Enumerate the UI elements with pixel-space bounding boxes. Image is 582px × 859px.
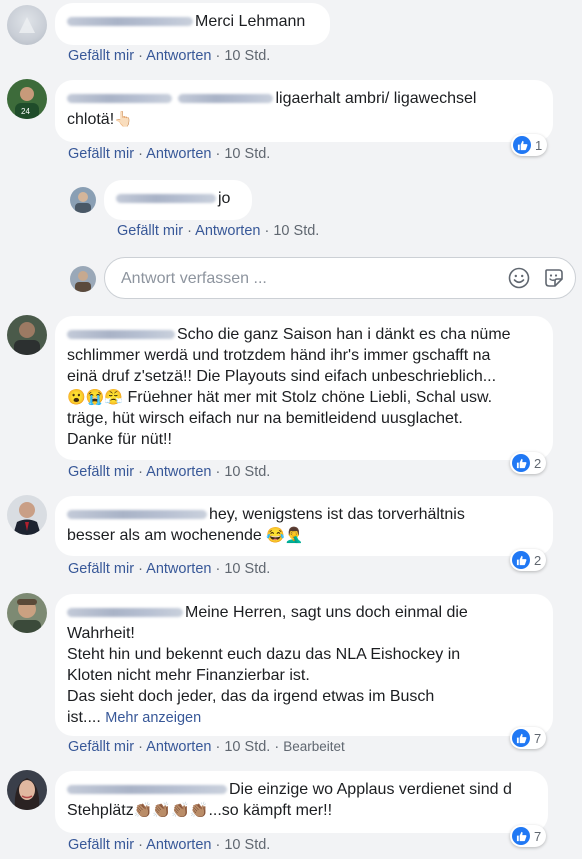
reaction-count[interactable]: 7 — [510, 825, 547, 847]
blurred-name — [67, 608, 183, 618]
comment-text: Meine Herren, sagt uns doch einmal die — [185, 604, 468, 621]
comment-actions: Gefällt mir · Antworten · 10 Std. — [68, 464, 271, 480]
like-link[interactable]: Gefällt mir — [117, 223, 183, 239]
emoji-group: 😂🤦‍♂️ — [266, 527, 304, 544]
like-link[interactable]: Gefällt mir — [68, 146, 134, 162]
comment-bubble: Scho die ganz Saison han i dänkt es cha … — [55, 316, 553, 460]
sticker-icon[interactable] — [543, 267, 565, 294]
reply-link[interactable]: Antworten — [146, 146, 211, 162]
timestamp[interactable]: 10 Std. — [224, 464, 270, 480]
comment-text: einä druf z'setzä!! Die Playouts sind ei… — [67, 368, 497, 385]
reply-link[interactable]: Antworten — [146, 837, 211, 853]
comment-actions: Gefällt mir · Antworten · 10 Std. — [68, 48, 271, 64]
comment-text: hey, wenigstens ist das torverhältnis — [209, 506, 465, 523]
comment-text: Die einzige wo Applaus verdienet sind d — [229, 781, 512, 798]
reaction-count[interactable]: 2 — [510, 452, 547, 474]
avatar[interactable] — [7, 593, 47, 633]
comment-text: Danke für nüt!! — [67, 431, 172, 448]
comment-bubble: Merci Lehmann — [55, 3, 330, 45]
like-link[interactable]: Gefällt mir — [68, 48, 134, 64]
reaction-count[interactable]: 2 — [510, 549, 547, 571]
comment-text: Scho die ganz Saison han i dänkt es cha … — [177, 326, 511, 343]
like-link[interactable]: Gefällt mir — [68, 464, 134, 480]
comment-actions: Gefällt mir · Antworten · 10 Std. — [68, 146, 271, 162]
comment-text: ligaerhalt ambri/ ligawechsel — [275, 90, 477, 107]
reply-composer[interactable] — [104, 257, 576, 299]
comment-actions: Gefällt mir · Antworten · 10 Std. — [68, 561, 271, 577]
reply-link[interactable]: Antworten — [146, 48, 211, 64]
blurred-name — [67, 510, 207, 520]
timestamp[interactable]: 10 Std. — [224, 146, 270, 162]
comment-text: Kloten nicht mehr Finanzierbar ist. — [67, 667, 310, 684]
avatar[interactable] — [7, 315, 47, 355]
blurred-name — [67, 330, 175, 340]
reply-link[interactable]: Antworten — [195, 223, 260, 239]
blurred-name — [67, 17, 193, 27]
comment-text: schlimmer werdä und trotzdem händ ihr's … — [67, 347, 491, 364]
like-link[interactable]: Gefällt mir — [68, 739, 134, 755]
avatar — [70, 266, 96, 292]
comment-actions: Gefällt mir · Antworten · 10 Std. — [117, 223, 320, 239]
comment-actions: Gefällt mir · Antworten · 10 Std. — [68, 837, 271, 853]
comment-text: Das sieht doch jeder, das da irgend etwa… — [67, 688, 435, 705]
reaction-count[interactable]: 7 — [510, 727, 547, 749]
comment-bubble: hey, wenigstens ist das torverhältnis be… — [55, 496, 553, 556]
blurred-name — [67, 785, 227, 795]
blurred-name — [178, 94, 274, 104]
thumbs-up-icon — [512, 454, 530, 472]
comment-bubble: jo — [104, 180, 252, 220]
reaction-count[interactable]: 1 — [511, 134, 548, 156]
blurred-name — [67, 94, 172, 104]
thumbs-up-icon — [512, 827, 530, 845]
avatar[interactable] — [7, 770, 47, 810]
smiley-icon[interactable] — [508, 267, 530, 294]
comment-text: Früehner hät mer mit Stolz chöne Liebli,… — [127, 389, 493, 406]
comment-text: Stehplätz — [67, 802, 134, 819]
comment-text: träge, hüt wirsch eifach nur na bemitlei… — [67, 410, 463, 427]
timestamp[interactable]: 10 Std. — [273, 223, 319, 239]
comment-text: Steht hin und bekennt euch dazu das NLA … — [67, 646, 461, 663]
comment-text: chlotä! — [67, 111, 115, 128]
timestamp[interactable]: 10 Std. — [224, 837, 270, 853]
reply-link[interactable]: Antworten — [146, 739, 211, 755]
show-more-link[interactable]: Mehr anzeigen — [105, 710, 201, 726]
edited-label[interactable]: Bearbeitet — [283, 739, 345, 754]
timestamp[interactable]: 10 Std. — [224, 739, 270, 755]
avatar[interactable] — [70, 187, 96, 213]
clapping-hands-emoji: 👏🏽👏🏽👏🏽👏🏽 — [133, 802, 209, 819]
thumbs-up-icon — [512, 551, 530, 569]
avatar[interactable] — [7, 5, 47, 45]
comment-bubble: ligaerhalt ambri/ ligawechsel chlotä!👆🏻 — [55, 80, 553, 142]
svg-text:24: 24 — [21, 107, 30, 116]
comment-bubble: Meine Herren, sagt uns doch einmal die W… — [55, 594, 553, 736]
reply-input[interactable] — [119, 267, 493, 291]
comment-text: jo — [218, 190, 231, 207]
avatar[interactable] — [7, 495, 47, 535]
reply-link[interactable]: Antworten — [146, 561, 211, 577]
comment-actions: Gefällt mir · Antworten · 10 Std. · Bear… — [68, 739, 345, 755]
emoji-group: 😮😭😤 — [67, 389, 124, 406]
thumbs-up-icon — [512, 729, 530, 747]
comment-text: besser als am wochenende — [67, 527, 262, 544]
blurred-name — [116, 194, 216, 204]
like-link[interactable]: Gefällt mir — [68, 561, 134, 577]
reply-link[interactable]: Antworten — [146, 464, 211, 480]
thumbs-up-icon — [513, 136, 531, 154]
avatar[interactable]: 24 — [7, 79, 47, 119]
pointing-up-emoji: 👆🏻 — [114, 111, 133, 128]
comment-text: ist.... — [67, 709, 101, 726]
like-link[interactable]: Gefällt mir — [68, 837, 134, 853]
comment-text: Merci Lehmann — [195, 13, 306, 30]
timestamp[interactable]: 10 Std. — [224, 48, 270, 64]
comment-text: ...so kämpft mer!! — [208, 802, 333, 819]
comment-bubble: Die einzige wo Applaus verdienet sind d … — [55, 771, 548, 833]
timestamp[interactable]: 10 Std. — [224, 561, 270, 577]
comment-text: Wahrheit! — [67, 625, 135, 642]
